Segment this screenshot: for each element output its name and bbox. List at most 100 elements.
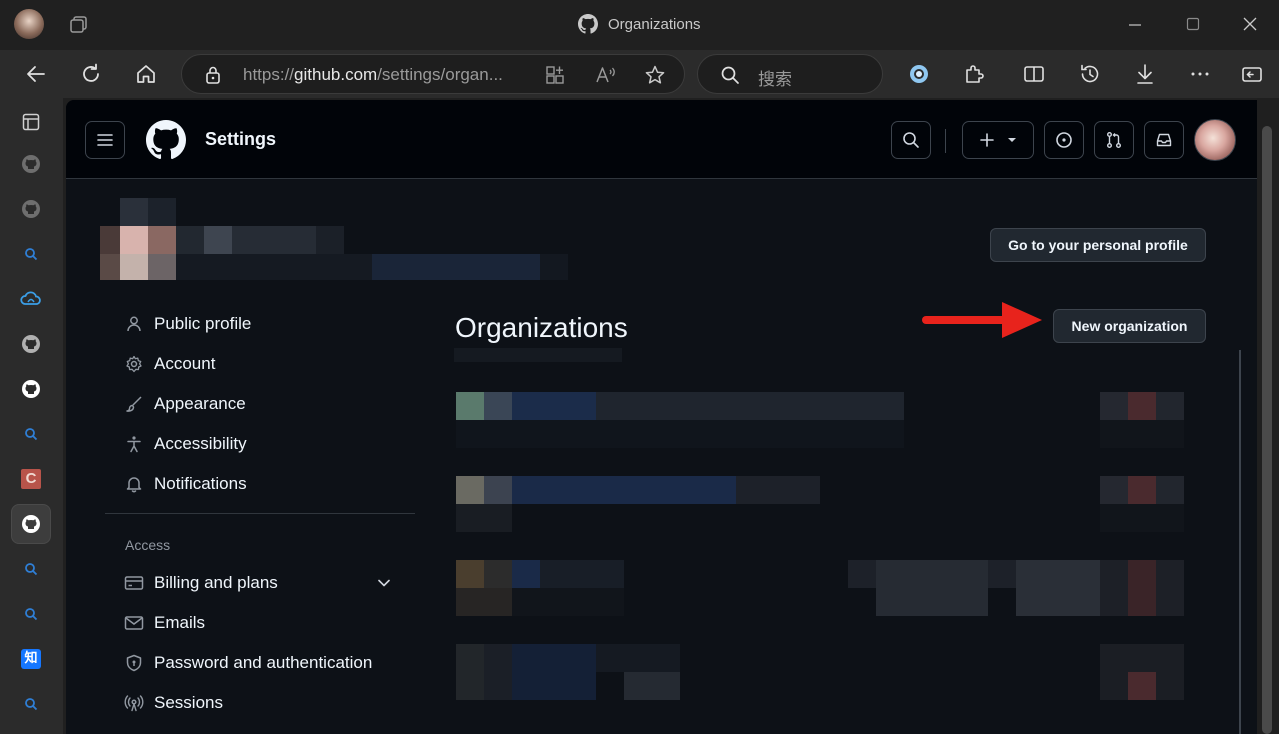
issue-opened-icon (1056, 132, 1072, 148)
url-text[interactable]: https://github.com/settings/organ... (243, 65, 503, 85)
minimize-button[interactable] (1125, 14, 1145, 34)
nav-sessions[interactable]: Sessions (124, 691, 223, 715)
search-button[interactable] (891, 121, 931, 159)
bell-icon (124, 474, 144, 494)
close-button[interactable] (1240, 14, 1260, 34)
hamburger-icon (97, 134, 113, 146)
c-app-icon[interactable]: C (19, 467, 43, 491)
github-icon (578, 14, 598, 34)
github-header: Settings (66, 100, 1257, 179)
browser-profile-avatar[interactable] (14, 9, 44, 39)
github-icon[interactable] (19, 332, 43, 356)
browser-toolbar: https://github.com/settings/organ... 搜索 (0, 50, 1279, 98)
github-logo-icon[interactable] (146, 120, 186, 160)
history-icon[interactable] (1078, 62, 1102, 86)
zhihu-icon[interactable]: 知 (19, 647, 43, 671)
nav-appearance[interactable]: Appearance (124, 392, 246, 416)
user-avatar[interactable] (1194, 119, 1236, 161)
window-title-text: Organizations (608, 15, 701, 33)
search-icon[interactable] (19, 557, 43, 581)
personal-profile-button[interactable]: Go to your personal profile (990, 228, 1206, 262)
page-scrollbar[interactable] (1257, 98, 1279, 734)
nav-account[interactable]: Account (124, 352, 215, 376)
back-arrow-icon[interactable] (24, 62, 48, 86)
home-icon[interactable] (134, 62, 158, 86)
annotation-arrow (922, 298, 1044, 342)
copilot-icon[interactable] (907, 62, 931, 86)
triangle-down-icon (1008, 138, 1016, 142)
shield-lock-icon (124, 653, 144, 673)
github-icon[interactable] (11, 504, 51, 544)
menu-button[interactable] (85, 121, 125, 159)
browser-title-bar: Organizations (0, 0, 1279, 50)
split-screen-icon[interactable] (1022, 62, 1046, 86)
more-icon[interactable] (1188, 62, 1212, 86)
favorite-star-icon[interactable] (644, 64, 666, 86)
extensions-icon[interactable] (962, 62, 986, 86)
maximize-button[interactable] (1183, 14, 1203, 34)
page-scrollbar-thumb[interactable] (1262, 126, 1272, 734)
c-app-label: C (21, 469, 41, 489)
chevron-down-icon[interactable] (376, 575, 392, 591)
plus-icon (980, 133, 994, 147)
git-pull-request-icon (1107, 132, 1121, 148)
mail-icon (124, 613, 144, 633)
inbox-icon (1156, 133, 1172, 147)
search-icon[interactable] (19, 602, 43, 626)
nav-label: Public profile (154, 314, 252, 333)
sidebar-toggle-icon[interactable] (1240, 62, 1264, 86)
nav-label: Accessibility (154, 434, 247, 453)
nav-password-and-authentication[interactable]: Password and authentication (124, 651, 372, 675)
vertical-tabs-sidebar: C 知 (0, 98, 63, 734)
nav-notifications[interactable]: Notifications (124, 472, 247, 496)
url-path: /settings/organ... (377, 65, 503, 84)
github-icon[interactable] (19, 377, 43, 401)
gear-icon (124, 354, 144, 374)
credit-card-icon (124, 573, 144, 593)
app-available-icon[interactable] (544, 64, 566, 86)
search-icon[interactable] (19, 242, 43, 266)
window-title: Organizations (578, 14, 701, 34)
workspaces-icon[interactable] (68, 14, 90, 36)
lock-icon[interactable] (204, 65, 222, 85)
new-organization-button[interactable]: New organization (1053, 309, 1206, 343)
broadcast-icon (124, 693, 144, 713)
inbox-button[interactable] (1144, 121, 1184, 159)
tab-actions-icon[interactable] (19, 110, 43, 134)
nav-label: Appearance (154, 394, 246, 413)
nav-accessibility[interactable]: Accessibility (124, 432, 247, 456)
nav-label: Password and authentication (154, 653, 373, 672)
nav-label: Notifications (154, 474, 247, 493)
nav-label: Billing and plans (154, 573, 278, 592)
url-prefix: https:// (243, 65, 295, 84)
nav-public-profile[interactable]: Public profile (124, 312, 251, 336)
nav-emails[interactable]: Emails (124, 611, 205, 635)
person-icon (124, 314, 144, 334)
nav-label: Account (154, 354, 216, 373)
content-scrollbar[interactable] (1239, 350, 1241, 734)
search-icon[interactable] (19, 692, 43, 716)
search-icon (903, 132, 919, 148)
search-icon (720, 65, 740, 85)
nav-label: Emails (154, 613, 206, 632)
download-icon[interactable] (1133, 62, 1157, 86)
read-aloud-icon[interactable] (594, 64, 618, 86)
nav-billing-and-plans[interactable]: Billing and plans (124, 571, 424, 595)
page-context-title[interactable]: Settings (205, 129, 276, 150)
nav-section-heading: Access (125, 537, 171, 553)
refresh-icon[interactable] (79, 62, 103, 86)
search-box[interactable]: 搜索 (697, 54, 883, 94)
nav-label: Sessions (154, 693, 223, 712)
cloud-icon[interactable] (19, 287, 43, 311)
github-icon[interactable] (19, 152, 43, 176)
search-placeholder: 搜索 (758, 70, 792, 90)
zhihu-label: 知 (21, 649, 41, 669)
pull-requests-button[interactable] (1094, 121, 1134, 159)
github-icon[interactable] (19, 197, 43, 221)
create-new-button[interactable] (962, 121, 1034, 159)
address-bar[interactable]: https://github.com/settings/organ... (181, 54, 685, 94)
header-divider (945, 129, 946, 153)
issues-button[interactable] (1044, 121, 1084, 159)
accessibility-icon (124, 434, 144, 454)
search-icon[interactable] (19, 422, 43, 446)
